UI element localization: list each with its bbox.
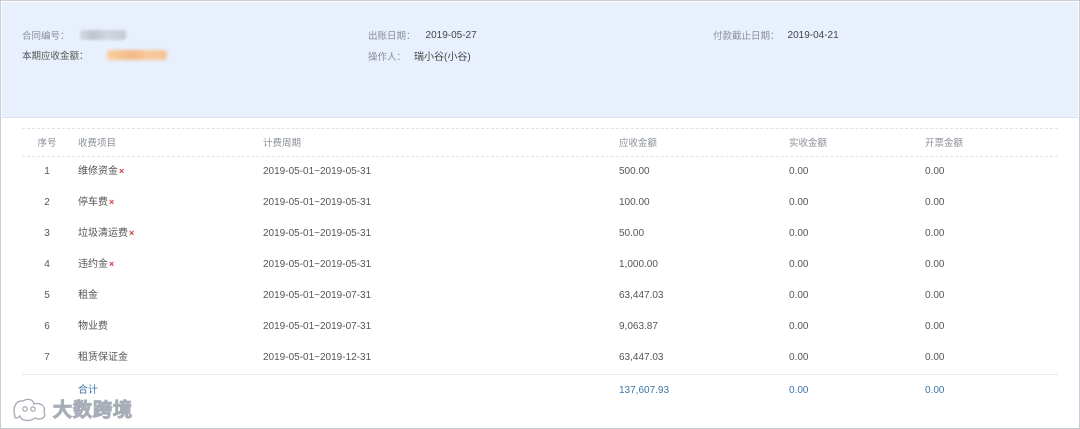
row-period: 2019-05-01~2019-05-31 <box>263 197 372 208</box>
remove-icon[interactable]: × <box>109 187 114 218</box>
row-received: 0.00 <box>789 228 809 239</box>
bill-date-value: 2019-05-27 <box>425 29 477 41</box>
watermark: 大数跨境 <box>11 395 133 422</box>
column-header-received: 实收金额 <box>789 138 828 149</box>
remove-icon[interactable]: × <box>129 218 134 249</box>
row-due: 63,447.03 <box>619 352 664 363</box>
row-invoiced: 0.00 <box>925 290 945 301</box>
column-header-index: 序号 <box>37 138 57 149</box>
row-period: 2019-05-01~2019-05-31 <box>263 259 372 270</box>
row-received: 0.00 <box>789 352 809 363</box>
bill-date-field: 出账日期： 2019-05-27 <box>368 28 477 43</box>
row-due: 50.00 <box>619 228 645 239</box>
row-invoiced: 0.00 <box>925 321 945 332</box>
bill-detail-panel: 合同编号： 出账日期： 2019-05-27 付款截止日期： 2019-04-2… <box>0 0 1080 429</box>
due-date-field: 付款截止日期： 2019-04-21 <box>713 28 839 43</box>
row-period: 2019-05-01~2019-05-31 <box>263 228 372 239</box>
row-index: 2 <box>44 197 50 208</box>
contract-no-label: 合同编号： <box>22 31 70 42</box>
row-received: 0.00 <box>789 290 809 301</box>
row-index: 6 <box>44 321 50 332</box>
row-due: 1,000.00 <box>619 259 658 270</box>
column-header-period: 计费周期 <box>263 138 302 149</box>
row-invoiced: 0.00 <box>925 166 945 177</box>
row-received: 0.00 <box>789 166 809 177</box>
row-item: 租金 <box>78 290 98 301</box>
row-due: 500.00 <box>619 166 650 177</box>
row-invoiced: 0.00 <box>925 259 945 270</box>
column-header-due: 应收金额 <box>619 138 658 149</box>
due-date-label: 付款截止日期： <box>713 31 780 42</box>
remove-icon[interactable]: × <box>119 156 124 187</box>
row-item-label: 维修资金 <box>78 166 118 177</box>
row-period: 2019-05-01~2019-05-31 <box>263 166 372 177</box>
row-period: 2019-05-01~2019-12-31 <box>263 352 372 363</box>
due-date-value: 2019-04-21 <box>787 29 839 41</box>
table-row: 4 违约金× 2019-05-01~2019-05-31 1,000.00 0.… <box>22 249 1058 280</box>
row-period: 2019-05-01~2019-07-31 <box>263 290 372 301</box>
row-index: 1 <box>44 166 50 177</box>
table-row: 2 停车费× 2019-05-01~2019-05-31 100.00 0.00… <box>22 187 1058 218</box>
watermark-text: 大数跨境 <box>52 399 134 422</box>
row-invoiced: 0.00 <box>925 197 945 208</box>
row-item: 租赁保证金 <box>78 352 128 363</box>
table-row: 1 维修资金× 2019-05-01~2019-05-31 500.00 0.0… <box>22 156 1058 187</box>
row-received: 0.00 <box>789 197 809 208</box>
table-row: 6 物业费 2019-05-01~2019-07-31 9,063.87 0.0… <box>22 311 1058 342</box>
watermark-logo-icon <box>13 398 46 421</box>
column-header-invoiced: 开票金额 <box>925 138 964 149</box>
row-item: 维修资金× <box>78 156 124 187</box>
row-received: 0.00 <box>789 259 809 270</box>
row-index: 3 <box>44 228 50 239</box>
operator-label: 操作人： <box>368 51 407 63</box>
amount-due-redacted <box>106 50 167 60</box>
row-due: 63,447.03 <box>619 290 664 301</box>
table-row: 7 租赁保证金 2019-05-01~2019-12-31 63,447.03 … <box>22 342 1058 373</box>
row-item: 违约金× <box>78 249 114 280</box>
bill-date-label: 出账日期： <box>368 31 416 42</box>
row-index: 7 <box>44 352 50 363</box>
row-item: 停车费× <box>78 187 114 218</box>
row-due: 100.00 <box>619 197 650 208</box>
table-row: 3 垃圾清运费× 2019-05-01~2019-05-31 50.00 0.0… <box>22 218 1058 249</box>
row-invoiced: 0.00 <box>925 352 945 363</box>
contract-no-field: 合同编号： <box>22 28 126 42</box>
bill-summary-header: 合同编号： 出账日期： 2019-05-27 付款截止日期： 2019-04-2… <box>2 2 1078 118</box>
total-due: 137,607.93 <box>619 385 670 396</box>
row-invoiced: 0.00 <box>925 228 945 239</box>
row-due: 9,063.87 <box>619 321 658 332</box>
row-received: 0.00 <box>789 321 809 332</box>
total-received: 0.00 <box>789 385 809 396</box>
row-item-label: 垃圾清运费 <box>78 228 128 239</box>
table-row: 5 租金 2019-05-01~2019-07-31 63,447.03 0.0… <box>22 280 1058 311</box>
row-index: 5 <box>44 290 50 301</box>
operator-field: 操作人： 瑞小谷(小谷) <box>368 48 471 64</box>
amount-due-label: 本期应收金额： <box>22 51 89 62</box>
row-period: 2019-05-01~2019-07-31 <box>263 321 372 332</box>
row-item-label: 违约金 <box>78 259 108 270</box>
contract-no-redacted <box>79 30 126 40</box>
operator-value: 瑞小谷(小谷) <box>414 52 471 63</box>
row-index: 4 <box>44 259 50 270</box>
amount-due-field: 本期应收金额： <box>22 48 167 62</box>
total-row: 合计 137,607.93 0.00 0.00 <box>22 375 1058 406</box>
remove-icon[interactable]: × <box>109 249 114 280</box>
table-header-row: 序号 收费项目 计费周期 应收金额 实收金额 开票金额 <box>22 128 1058 159</box>
column-header-item: 收费项目 <box>78 138 117 149</box>
row-item: 垃圾清运费× <box>78 218 134 249</box>
total-invoiced: 0.00 <box>925 385 945 396</box>
row-item-label: 停车费 <box>78 197 108 208</box>
row-item: 物业费 <box>78 321 108 332</box>
